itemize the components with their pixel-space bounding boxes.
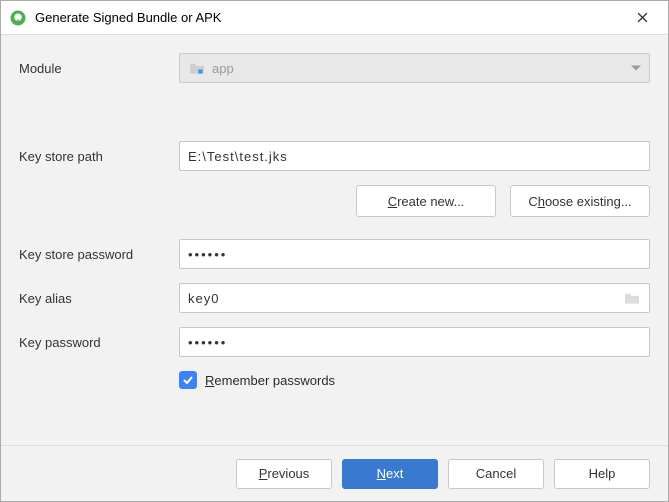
key-password-input[interactable]: ••••••	[179, 327, 650, 357]
cancel-button[interactable]: Cancel	[448, 459, 544, 489]
help-button[interactable]: Help	[554, 459, 650, 489]
key-password-value: ••••••	[188, 335, 227, 350]
keystore-path-value: E:\Test\test.jks	[188, 149, 288, 164]
chevron-down-icon	[631, 66, 641, 71]
row-keystore-path: Key store path E:\Test\test.jks	[19, 141, 650, 171]
remember-label[interactable]: Remember passwords	[205, 373, 335, 388]
titlebar: Generate Signed Bundle or APK	[1, 1, 668, 35]
key-password-label: Key password	[19, 335, 179, 350]
row-key-alias: Key alias key0	[19, 283, 650, 313]
window-title: Generate Signed Bundle or APK	[35, 10, 626, 25]
create-new-button[interactable]: Create new...	[356, 185, 496, 217]
keystore-password-value: ••••••	[188, 247, 227, 262]
android-studio-icon	[9, 9, 27, 27]
key-alias-input[interactable]: key0	[179, 283, 650, 313]
row-key-password: Key password ••••••	[19, 327, 650, 357]
module-value: app	[212, 61, 234, 76]
choose-existing-button[interactable]: Choose existing...	[510, 185, 650, 217]
browse-alias-icon[interactable]	[623, 291, 641, 305]
next-button[interactable]: Next	[342, 459, 438, 489]
dialog-footer: Previous Next Cancel Help	[1, 445, 668, 501]
dialog-window: Generate Signed Bundle or APK Module	[0, 0, 669, 502]
folder-module-icon	[188, 61, 206, 75]
key-alias-value: key0	[188, 291, 219, 306]
row-remember: Remember passwords	[179, 371, 650, 389]
key-alias-label: Key alias	[19, 291, 179, 306]
keystore-button-row: Create new... Choose existing...	[179, 185, 650, 217]
keystore-path-label: Key store path	[19, 149, 179, 164]
module-dropdown[interactable]: app	[179, 53, 650, 83]
close-icon[interactable]	[626, 4, 658, 32]
keystore-password-input[interactable]: ••••••	[179, 239, 650, 269]
row-keystore-password: Key store password ••••••	[19, 239, 650, 269]
module-label: Module	[19, 61, 179, 76]
row-module: Module app	[19, 53, 650, 83]
keystore-password-label: Key store password	[19, 247, 179, 262]
remember-checkbox[interactable]	[179, 371, 197, 389]
previous-button[interactable]: Previous	[236, 459, 332, 489]
keystore-path-input[interactable]: E:\Test\test.jks	[179, 141, 650, 171]
dialog-body: Module app Key store path	[1, 35, 668, 445]
